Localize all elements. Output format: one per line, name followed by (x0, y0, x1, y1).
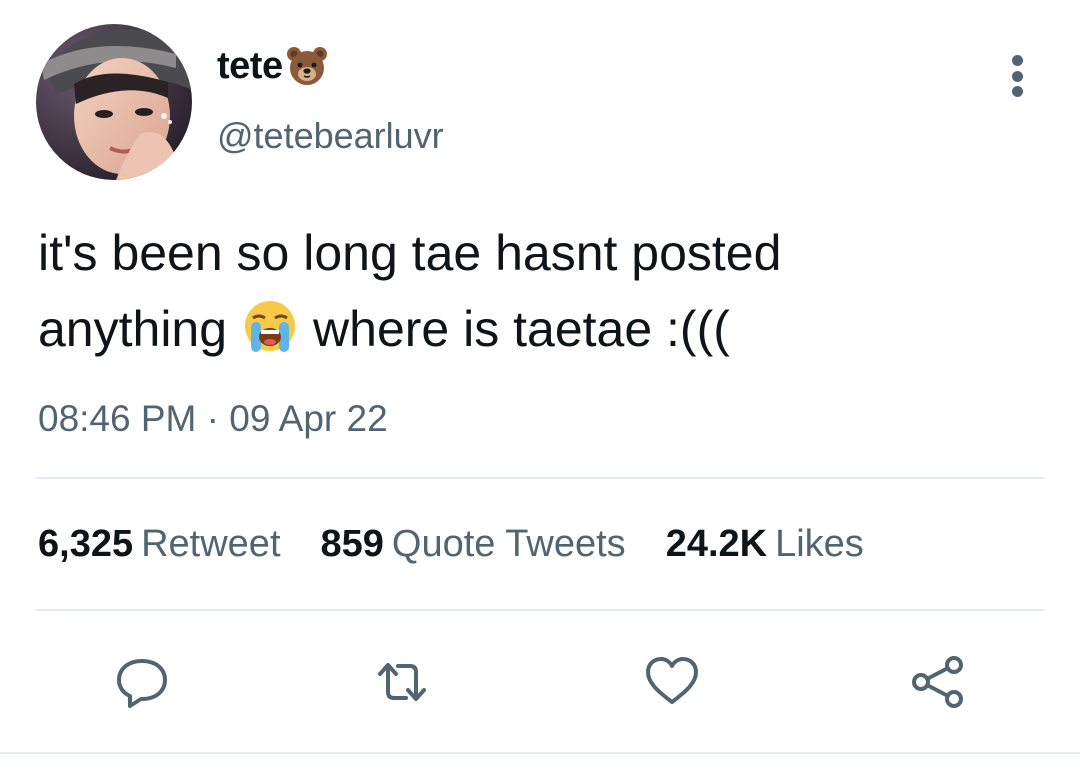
likes-label: Likes (775, 523, 864, 565)
speech-bubble-icon (117, 659, 167, 708)
reply-button[interactable] (110, 650, 174, 714)
tweet-text-line-2: anything where is taetae :((( (38, 291, 1038, 367)
divider (36, 477, 1044, 479)
tweet-text-word: anything (38, 301, 228, 357)
tweet-text-word: where is taetae :((( (313, 301, 730, 357)
tweet-date: 09 Apr 22 (229, 398, 388, 439)
menu-dot (1011, 86, 1023, 97)
retweets-label: Retweet (141, 523, 281, 565)
timestamp-separator: · (206, 398, 219, 439)
retweet-button[interactable] (370, 650, 434, 714)
bear-face-icon (285, 44, 329, 88)
avatar-image (36, 24, 192, 180)
quote-tweets-label: Quote Tweets (391, 523, 626, 565)
likes-stat[interactable]: 24.2K Likes (666, 523, 864, 566)
likes-count: 24.2K (665, 523, 768, 565)
menu-dot (1011, 70, 1023, 82)
divider (36, 609, 1044, 611)
tweet-stats: 6,325 Retweet 859 Quote Tweets 24.2K Likes (38, 523, 864, 566)
retweets-count: 6,325 (38, 523, 134, 565)
more-options-icon[interactable] (1004, 55, 1030, 97)
retweets-stat[interactable]: 6,325 Retweet (38, 523, 281, 566)
tweet-time: 08:46 PM (38, 398, 197, 439)
display-name[interactable]: tete (217, 44, 329, 88)
share-button[interactable] (906, 650, 970, 714)
tweet-text-line-1: it's been so long tae hasnt posted (38, 225, 782, 281)
avatar[interactable] (36, 24, 192, 180)
menu-dot (1011, 55, 1023, 66)
like-button[interactable] (640, 650, 704, 714)
retweet-arrows-icon (378, 663, 426, 701)
divider (0, 752, 1080, 754)
quote-tweets-count: 859 (320, 523, 384, 565)
share-nodes-icon (912, 656, 963, 708)
tweet-card: tete @tetebearluvr it's been so long tae (0, 0, 1080, 774)
tweet-text: it's been so long tae hasnt posted anyth… (38, 215, 1038, 367)
display-name-text: tete (217, 44, 283, 87)
heart-icon (646, 657, 698, 704)
quote-tweets-stat[interactable]: 859 Quote Tweets (321, 523, 626, 566)
user-handle[interactable]: @tetebearluvr (217, 115, 444, 157)
loudly-crying-face-icon (241, 298, 299, 356)
tweet-timestamp[interactable]: 08:46 PM · 09 Apr 22 (38, 398, 388, 440)
